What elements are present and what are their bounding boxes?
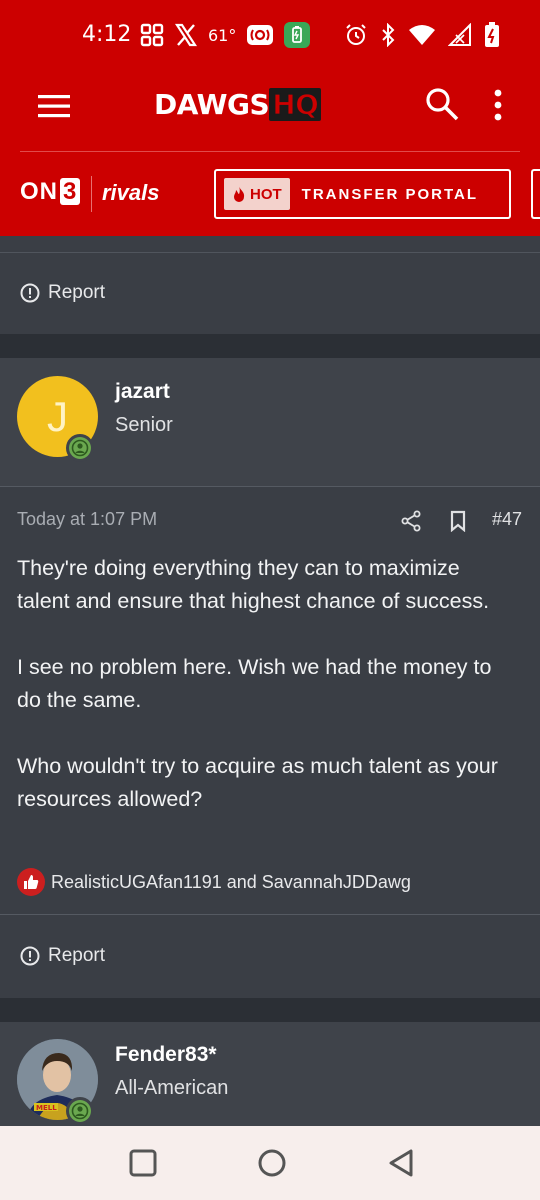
divider [0,252,540,253]
post-body: They're doing everything they can to max… [17,552,517,849]
battery-icon [485,22,499,47]
post-paragraph: I see no problem here. Wish we had the m… [17,655,492,712]
report-button[interactable]: Report [20,282,105,304]
reactions-bar[interactable]: RealisticUGAfan1191 and SavannahJDDawg [17,868,411,896]
logo-main-text: DAWGS [154,88,270,121]
flame-icon [234,186,245,202]
divider [0,914,540,915]
x-logo-icon [174,23,198,47]
author-name[interactable]: jazart [115,380,170,404]
logo-accent-text: HQ [269,87,322,122]
reactions-text: RealisticUGAfan1191 and SavannahJDDawg [51,871,411,892]
report-label: Report [48,945,106,966]
user-icon [71,1102,89,1120]
search-icon[interactable] [424,86,460,122]
status-temperature: 61° [208,25,237,45]
menu-icon[interactable] [36,92,72,120]
post-number[interactable]: #47 [492,509,522,530]
recents-icon[interactable] [126,1146,160,1180]
post-paragraph: Who wouldn't try to acquire as much tale… [17,754,498,811]
hot-label: HOT [250,185,282,203]
hot-badge: HOT [224,178,290,210]
alert-circle-icon [20,946,40,966]
more-vert-icon[interactable] [488,88,508,122]
status-bar: 4:12 61° [0,0,540,72]
author-title: All-American [115,1077,229,1099]
transfer-portal-button[interactable]: HOT TRANSFER PORTAL [214,169,511,219]
back-icon[interactable] [384,1146,418,1180]
rivals-logo[interactable]: rivals [102,180,160,206]
online-status-badge [66,1097,94,1125]
share-icon[interactable] [400,510,422,532]
on3-logo[interactable]: ON 3 [20,178,81,206]
next-nav-button[interactable] [531,169,540,219]
alert-circle-icon [20,283,40,303]
like-icon [17,868,45,896]
post-paragraph: They're doing everything they can to max… [17,556,490,613]
report-label: Report [48,282,106,303]
divider [0,486,540,487]
radio-icon [247,25,274,45]
logo-separator [91,176,92,212]
on3-prefix: ON [20,178,58,205]
battery-saver-icon [284,22,311,48]
report-button[interactable]: Report [20,945,105,967]
home-icon[interactable] [255,1146,289,1180]
site-logo[interactable]: DAWGS HQ [154,87,322,122]
signal-icon [448,23,471,46]
grid-icon [140,23,164,47]
avatar-jersey-text: MELL [36,1104,57,1112]
on3-suffix: 3 [60,178,81,205]
online-status-badge [66,434,94,462]
post-date[interactable]: Today at 1:07 PM [17,509,157,530]
bluetooth-icon [382,23,395,47]
bookmark-icon[interactable] [448,510,468,532]
author-title: Senior [115,414,173,436]
alarm-icon [346,24,366,45]
author-name[interactable]: Fender83* [115,1043,217,1067]
transfer-portal-label: TRANSFER PORTAL [301,185,479,203]
wifi-icon [409,25,435,45]
user-icon [71,439,89,457]
status-time: 4:12 [82,22,132,47]
